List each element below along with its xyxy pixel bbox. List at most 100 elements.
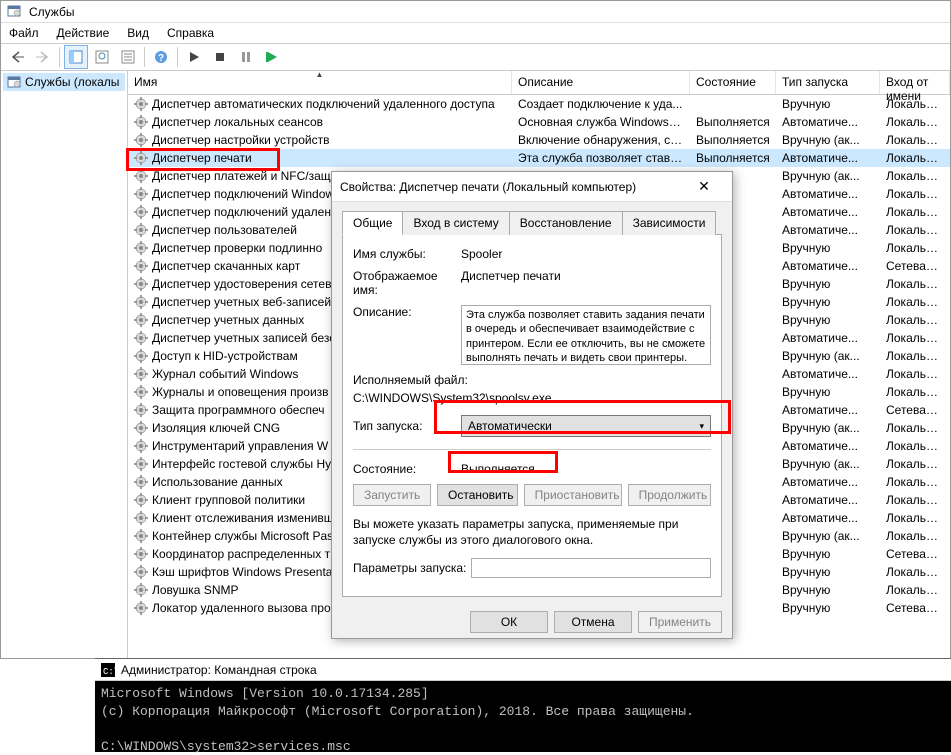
chevron-down-icon: ▾ <box>699 421 704 432</box>
service-start: Вручную (ак... <box>776 456 880 472</box>
tab-deps[interactable]: Зависимости <box>622 211 717 235</box>
service-logon: Локальная си... <box>880 204 950 220</box>
service-row[interactable]: Диспетчер печатиЭта служба позволяет ста… <box>128 149 950 167</box>
service-name: Использование данных <box>152 475 283 489</box>
help-icon[interactable]: ? <box>149 45 173 69</box>
back-button[interactable] <box>5 45 29 69</box>
tb-icon[interactable] <box>90 45 114 69</box>
service-start: Вручную <box>776 312 880 328</box>
service-start: Вручную (ак... <box>776 132 880 148</box>
start-type-dropdown[interactable]: Автоматически ▾ <box>461 415 711 437</box>
start-button: Запустить <box>353 484 431 506</box>
service-logon: Локальная сл... <box>880 474 950 490</box>
gear-icon <box>134 547 148 561</box>
menu-help[interactable]: Справка <box>167 26 214 40</box>
service-row[interactable]: Диспетчер настройки устройствВключение о… <box>128 131 950 149</box>
menu-action[interactable]: Действие <box>57 26 110 40</box>
tab-recovery[interactable]: Восстановление <box>509 211 623 235</box>
service-name: Диспетчер учетных данных <box>152 313 304 327</box>
gear-icon <box>134 241 148 255</box>
stop-button[interactable]: Остановить <box>437 484 518 506</box>
params-input[interactable] <box>471 558 711 578</box>
gear-icon <box>134 169 148 183</box>
service-name: Клиент групповой политики <box>152 493 305 507</box>
gear-icon <box>134 457 148 471</box>
close-button[interactable]: ✕ <box>684 175 724 199</box>
service-name: Кэш шрифтов Windows Presenta <box>152 565 332 579</box>
service-row[interactable]: Диспетчер локальных сеансовОсновная служ… <box>128 113 950 131</box>
tab-general[interactable]: Общие <box>342 211 403 235</box>
gear-icon <box>134 133 148 147</box>
tab-panel-general: Имя службы: Spooler Отображаемое имя: Ди… <box>342 235 722 597</box>
gear-icon <box>134 205 148 219</box>
service-logon: Сетевая служ... <box>880 402 950 418</box>
cmd-icon: C:\ <box>101 663 115 677</box>
svc-name-label: Имя службы: <box>353 247 461 261</box>
play-icon[interactable] <box>182 45 206 69</box>
svc-name-value: Spooler <box>461 247 711 261</box>
gear-icon <box>134 277 148 291</box>
menu-view[interactable]: Вид <box>127 26 149 40</box>
menubar: Файл Действие Вид Справка <box>1 23 950 43</box>
state-label: Состояние: <box>353 462 461 476</box>
sidebar-item-services[interactable]: Службы (локалы <box>3 73 125 91</box>
service-start: Вручную <box>776 96 880 112</box>
gear-icon <box>134 313 148 327</box>
pause-button: Приостановить <box>524 484 622 506</box>
cmd-output[interactable]: Microsoft Windows [Version 10.0.17134.28… <box>95 681 951 752</box>
dialog-titlebar: Свойства: Диспетчер печати (Локальный ко… <box>332 172 732 202</box>
sort-asc-icon: ▲ <box>316 71 324 79</box>
service-start: Вручную <box>776 564 880 580</box>
service-start: Вручную <box>776 294 880 310</box>
cancel-button[interactable]: Отмена <box>554 611 632 633</box>
col-start[interactable]: Тип запуска <box>776 71 880 94</box>
service-name: Доступ к HID-устройствам <box>152 349 298 363</box>
stop-icon[interactable] <box>208 45 232 69</box>
service-name: Диспетчер удостоверения сетев <box>152 277 331 291</box>
service-logon: Локальная си... <box>880 330 950 346</box>
forward-button[interactable] <box>31 45 55 69</box>
ok-button[interactable]: ОК <box>470 611 548 633</box>
gear-icon <box>134 349 148 363</box>
gear-icon <box>134 385 148 399</box>
params-hint: Вы можете указать параметры запуска, при… <box>353 516 711 548</box>
service-start: Автоматиче... <box>776 366 880 382</box>
services-icon <box>7 75 21 89</box>
service-logon: Локальная си... <box>880 312 950 328</box>
col-name[interactable]: Имя▲ <box>128 71 512 94</box>
service-start: Автоматиче... <box>776 114 880 130</box>
menu-file[interactable]: Файл <box>9 26 39 40</box>
service-desc: Эта служба позволяет стави... <box>512 150 690 166</box>
pause-icon[interactable] <box>234 45 258 69</box>
restart-icon[interactable] <box>260 45 284 69</box>
service-name: Контейнер службы Microsoft Pas <box>152 529 333 543</box>
desc-value: Эта служба позволяет ставить задания печ… <box>461 305 711 365</box>
col-state[interactable]: Состояние <box>690 71 776 94</box>
service-logon: Локальная си... <box>880 168 950 184</box>
gear-icon <box>134 511 148 525</box>
tb-icon[interactable] <box>116 45 140 69</box>
exe-label: Исполняемый файл: <box>353 373 711 387</box>
cmd-title: Администратор: Командная строка <box>121 663 317 677</box>
state-value: Выполняется <box>461 462 711 476</box>
service-name: Диспетчер локальных сеансов <box>152 115 323 129</box>
gear-icon <box>134 115 148 129</box>
service-name: Журналы и оповещения произв <box>152 385 329 399</box>
service-start: Вручную <box>776 546 880 562</box>
service-start: Автоматиче... <box>776 438 880 454</box>
titlebar: Службы <box>1 1 950 23</box>
gear-icon <box>134 223 148 237</box>
tab-logon[interactable]: Вход в систему <box>402 211 509 235</box>
app-icon <box>7 4 23 20</box>
svg-text:C:\: C:\ <box>103 667 115 677</box>
tb-icon[interactable] <box>64 45 88 69</box>
service-name: Диспетчер подключений Window <box>152 187 334 201</box>
col-desc[interactable]: Описание <box>512 71 690 94</box>
service-row[interactable]: Диспетчер автоматических подключений уда… <box>128 95 950 113</box>
col-logon[interactable]: Вход от имени <box>880 71 950 94</box>
params-label: Параметры запуска: <box>353 561 471 575</box>
service-logon: Сетевая служ... <box>880 546 950 562</box>
service-name: Защита программного обеспеч <box>152 403 324 417</box>
service-start: Автоматиче... <box>776 492 880 508</box>
service-logon: Локальная си... <box>880 492 950 508</box>
